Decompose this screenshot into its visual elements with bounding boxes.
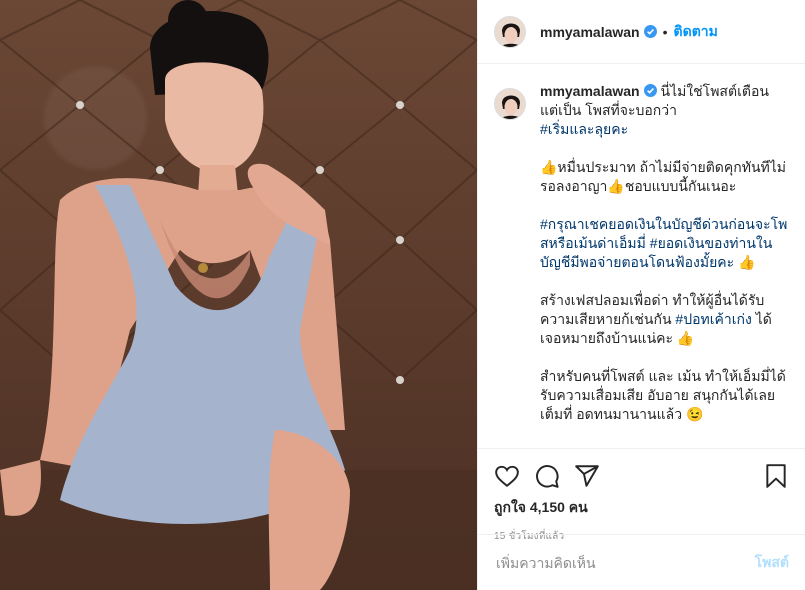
instagram-post-view: mmyamalawan • ติดตาม mmyamalawan นี่ไม่ใ… [0,0,805,590]
post-comment-button[interactable]: โพสต์ [755,552,789,574]
comment-input[interactable] [494,553,755,572]
username-link[interactable]: mmyamalawan [540,24,640,40]
caption-para-2: 👍หมื่นประมาท ถ้าไม่มีจ่ายติดคุกทันทีไม่ร… [540,159,787,194]
avatar[interactable] [494,15,526,48]
add-comment-bar: โพสต์ [478,534,805,590]
caption-avatar[interactable] [494,88,526,120]
caption-para-3: #กรุณาเชคยอดเงินในบัญชีด่วนก่อนจะโพสหรือ… [540,215,789,272]
post-header: mmyamalawan • ติดตาม [478,0,805,64]
hashtag-link[interactable]: #ปอทเค้าเก่ง [675,311,751,327]
caption-para-4: สร้างเฟสปลอมเพื่อด่า ทำให้ผู้อื่นได้รับค… [540,291,789,348]
post-photo[interactable] [0,0,477,590]
likes-count[interactable]: ถูกใจ 4,150 คน [494,497,789,519]
hashtag-link[interactable]: #เริ่มและลุยคะ [540,121,628,137]
comment-icon[interactable] [534,463,560,489]
heart-icon[interactable] [494,463,520,489]
caption-para-5: สำหรับคนที่โพสต์ และ เม้น ทำให้เอ็มมี่ได… [540,368,786,422]
separator-dot: • [662,23,668,40]
comments-area: mmyamalawan นี่ไม่ใช่โพสต์เตือน แต่เป็น … [478,64,805,448]
woman-figure [0,0,350,590]
share-icon[interactable] [574,463,600,489]
post-sidebar: mmyamalawan • ติดตาม mmyamalawan นี่ไม่ใ… [477,0,805,590]
verified-badge-icon [643,25,657,38]
caption: mmyamalawan นี่ไม่ใช่โพสต์เตือน แต่เป็น … [494,82,789,443]
thumbs-up-emoji: 👍 [734,254,756,270]
follow-button[interactable]: ติดตาม [674,21,718,43]
bookmark-icon[interactable] [763,463,789,489]
post-actions: ถูกใจ 4,150 คน 15 ชั่วโมงที่แล้ว [478,448,805,544]
caption-verified-badge-icon [643,84,657,97]
action-icons [494,457,789,495]
caption-text: mmyamalawan นี่ไม่ใช่โพสต์เตือน แต่เป็น … [540,82,789,443]
caption-username[interactable]: mmyamalawan [540,83,640,99]
